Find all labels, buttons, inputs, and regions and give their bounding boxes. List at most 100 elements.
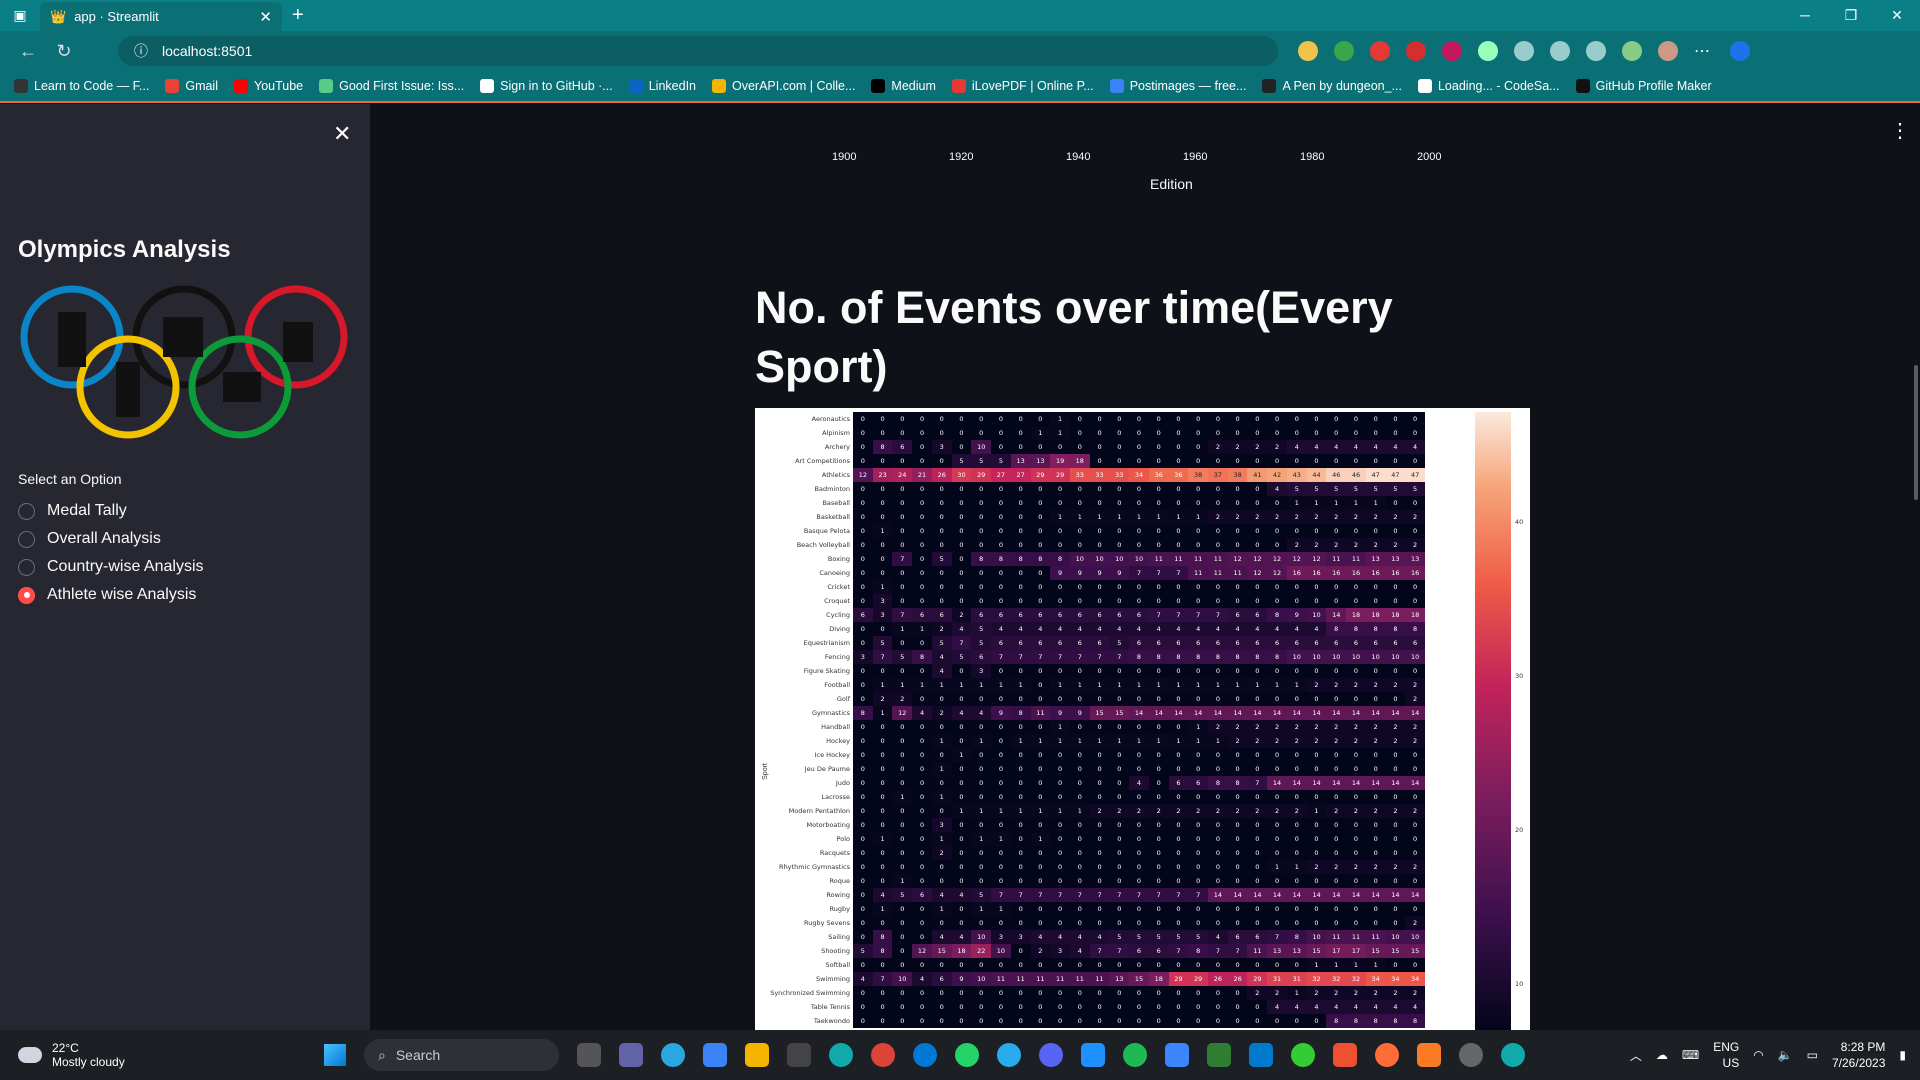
taskbar-search[interactable]: ⌕ Search — [364, 1039, 559, 1071]
app-icon[interactable] — [1165, 1043, 1189, 1067]
minimize-icon[interactable]: ─ — [1782, 7, 1828, 24]
git-icon[interactable] — [1333, 1043, 1357, 1067]
language-indicator[interactable]: ENG US — [1713, 1039, 1739, 1071]
keyboard-icon[interactable]: ⌨ — [1682, 1048, 1699, 1062]
main-scrollbar[interactable] — [1914, 365, 1918, 500]
cortana-icon[interactable] — [661, 1043, 685, 1067]
heatmap-cell: 4 — [1306, 440, 1327, 454]
bookmark-item[interactable]: LinkedIn — [628, 79, 696, 93]
close-window-icon[interactable]: ✕ — [1874, 7, 1920, 24]
file-explorer-icon[interactable] — [745, 1043, 769, 1067]
heatmap-cell: 1 — [1365, 496, 1386, 510]
postman-icon[interactable] — [1375, 1043, 1399, 1067]
spotify-icon[interactable] — [1123, 1043, 1147, 1067]
heatmap-cell: 43 — [1286, 468, 1307, 482]
heatmap-cell: 10 — [971, 930, 992, 944]
whatsapp-icon[interactable] — [955, 1043, 979, 1067]
bookmark-item[interactable]: Postimages — free... — [1109, 79, 1246, 93]
extensions-icon[interactable] — [1478, 41, 1498, 61]
sidebar-close-icon[interactable]: ✕ — [333, 121, 351, 147]
store-icon[interactable] — [703, 1043, 727, 1067]
url-input[interactable]: ⓘ localhost:8501 — [118, 36, 1278, 66]
discord-icon[interactable] — [1039, 1043, 1063, 1067]
bookmark-item[interactable]: GitHub Profile Maker — [1575, 79, 1712, 93]
bookmark-item[interactable]: A Pen by dungeon_... — [1262, 79, 1402, 93]
heatmap-cell: 2 — [1385, 986, 1406, 1000]
bing-chat-icon[interactable] — [1730, 41, 1750, 61]
bookmark-item[interactable]: iLovePDF | Online P... — [951, 79, 1094, 93]
bookmark-item[interactable]: YouTube — [234, 79, 303, 93]
restore-icon[interactable]: ❐ — [1828, 7, 1874, 24]
heatmap-ytick-label: Polo — [836, 835, 850, 843]
lang-line: US — [1722, 1056, 1740, 1070]
edge-icon[interactable] — [829, 1043, 853, 1067]
new-tab-button[interactable]: + — [292, 4, 304, 27]
heatmap-ytick-label: Rugby — [829, 905, 850, 913]
profile-avatar[interactable] — [1658, 41, 1678, 61]
edge-active-icon[interactable] — [1501, 1043, 1525, 1067]
notification-icon[interactable]: ▮ — [1899, 1048, 1906, 1062]
chrome-icon[interactable] — [871, 1043, 895, 1067]
radio-option-country-wise[interactable]: Country-wise Analysis — [18, 553, 204, 581]
bookmark-item[interactable]: Loading... - CodeSa... — [1417, 79, 1560, 93]
favorites-icon[interactable] — [1550, 41, 1570, 61]
bookmark-item[interactable]: Sign in to GitHub ·... — [480, 79, 613, 93]
bookmark-item[interactable]: OverAPI.com | Colle... — [712, 79, 855, 93]
chevron-up-icon[interactable]: ︿ — [1630, 1047, 1642, 1064]
heatmap-cell: 0 — [1168, 832, 1189, 846]
window-menu-icon[interactable]: ▣ — [0, 0, 40, 31]
volume-icon[interactable]: 🔈 — [1778, 1048, 1793, 1062]
battery-icon[interactable]: ▭ — [1807, 1048, 1818, 1062]
heatmap-cell: 0 — [1188, 692, 1209, 706]
heatmap-cell: 1 — [1188, 510, 1209, 524]
heatmap-cell: 9 — [1089, 566, 1110, 580]
tab-close-icon[interactable]: ✕ — [259, 8, 272, 26]
xampp-icon[interactable] — [1417, 1043, 1441, 1067]
bookmark-favicon-icon — [628, 79, 643, 93]
heatmap-cell: 0 — [1010, 720, 1031, 734]
firefox-icon[interactable] — [913, 1043, 937, 1067]
obs-icon[interactable] — [1459, 1043, 1483, 1067]
main-menu-icon[interactable]: ⋮ — [1890, 118, 1910, 143]
radio-option-athlete-wise[interactable]: Athlete wise Analysis — [18, 581, 204, 609]
app-icon[interactable] — [1207, 1043, 1231, 1067]
extension-icon[interactable] — [1406, 41, 1426, 61]
heatmap-cell: 0 — [991, 818, 1011, 832]
split-screen-icon[interactable] — [1514, 41, 1534, 61]
radio-option-overall-analysis[interactable]: Overall Analysis — [18, 525, 204, 553]
weather-widget[interactable]: 22°C Mostly cloudy — [18, 1041, 318, 1069]
heatmap-cell: 14 — [1286, 706, 1307, 720]
app-icon[interactable] — [787, 1043, 811, 1067]
heatmap-cell: 0 — [1286, 524, 1307, 538]
refresh-icon[interactable]: ↻ — [46, 41, 82, 62]
app-icon[interactable] — [1291, 1043, 1315, 1067]
teams-icon[interactable] — [619, 1043, 643, 1067]
browser-essentials-icon[interactable] — [1622, 41, 1642, 61]
radio-option-medal-tally[interactable]: Medal Tally — [18, 497, 204, 525]
app-icon[interactable] — [1081, 1043, 1105, 1067]
bookmark-item[interactable]: Good First Issue: Iss... — [319, 79, 464, 93]
bookmark-item[interactable]: Medium — [871, 79, 936, 93]
telegram-icon[interactable] — [997, 1043, 1021, 1067]
vscode-icon[interactable] — [1249, 1043, 1273, 1067]
heatmap-cell: 0 — [931, 776, 952, 790]
collections-icon[interactable] — [1586, 41, 1606, 61]
bookmark-item[interactable]: Gmail — [165, 79, 218, 93]
heatmap-cell: 31 — [1267, 972, 1287, 986]
task-view-icon[interactable] — [577, 1043, 601, 1067]
adblock-icon[interactable] — [1370, 41, 1390, 61]
browser-tab[interactable]: 👑 app · Streamlit ✕ — [40, 2, 282, 31]
extension-icon[interactable] — [1334, 41, 1354, 61]
bookmark-item[interactable]: Learn to Code — F... — [14, 79, 149, 93]
heatmap-cell: 8 — [1188, 650, 1209, 664]
wifi-icon[interactable]: ◠ — [1753, 1048, 1763, 1062]
back-icon[interactable]: ← — [10, 41, 46, 62]
onedrive-icon[interactable]: ☁ — [1656, 1048, 1668, 1062]
heatmap-cell: 8 — [1227, 776, 1248, 790]
clock[interactable]: 8:28 PM 7/26/2023 — [1832, 1039, 1885, 1071]
more-options-icon[interactable]: ⋯ — [1694, 41, 1714, 61]
heatmap-cell: 0 — [892, 482, 913, 496]
extension-icon[interactable] — [1442, 41, 1462, 61]
start-icon[interactable] — [324, 1044, 346, 1066]
extension-icon[interactable] — [1298, 41, 1318, 61]
